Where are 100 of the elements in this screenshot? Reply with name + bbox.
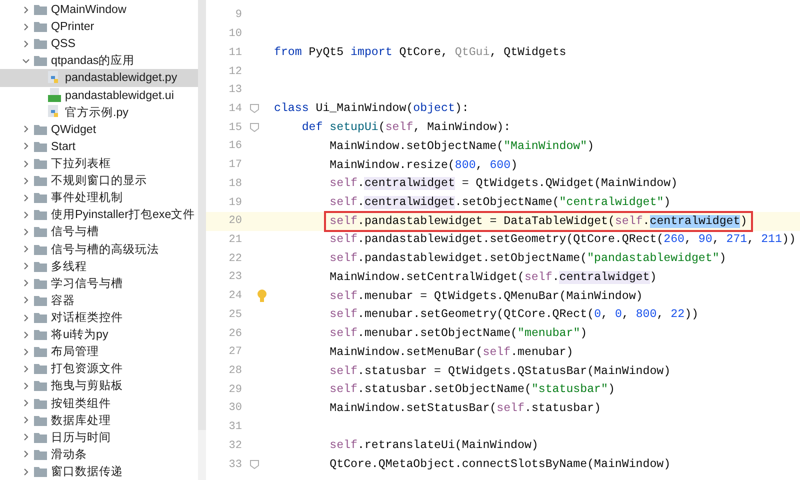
chevron-icon[interactable] bbox=[22, 468, 30, 476]
code-token: .pandastablewidget = DataTableWidget( bbox=[358, 214, 615, 228]
code-token: self bbox=[614, 214, 643, 228]
tree-item[interactable]: 将ui转为py bbox=[0, 326, 198, 344]
line-number: 12 bbox=[228, 66, 243, 78]
code-line: from PyQt5 import QtCore, QtGui, QtWidgets bbox=[273, 46, 566, 60]
folder-icon bbox=[34, 380, 47, 392]
tree-item[interactable]: 信号与槽 bbox=[0, 223, 198, 241]
python-file-icon bbox=[48, 105, 61, 120]
line-number: 9 bbox=[234, 9, 243, 22]
tree-item[interactable]: 滑动条 bbox=[0, 446, 198, 463]
code-token: ) bbox=[740, 214, 748, 228]
code-line: self.statusbar = QtWidgets.QStatusBar(MainWindow) bbox=[328, 364, 671, 378]
tree-item[interactable]: 容器 bbox=[0, 292, 198, 309]
tree-item[interactable]: 对话框类控件 bbox=[0, 308, 198, 326]
line-number: 16 bbox=[228, 140, 243, 152]
tree-item[interactable]: QWidget bbox=[0, 120, 198, 138]
code-line: MainWindow.setStatusBar(self.statusbar) bbox=[328, 402, 602, 415]
folder-icon bbox=[34, 363, 47, 374]
code-line: self.pandastablewidget.setGeometry(QtCore.QRect(260, 90, 271, 211)) bbox=[328, 233, 796, 246]
code-line: MainWindow.setObjectName("MainWindow") bbox=[328, 140, 594, 153]
tree-item[interactable]: Start bbox=[0, 138, 198, 155]
folder-icon bbox=[34, 192, 47, 204]
code-line: self.statusbar.setObjectName("statusbar") bbox=[328, 383, 615, 396]
tree-item[interactable]: 窗口数据传递 bbox=[0, 462, 198, 480]
code-line: self.retranslateUi(MainWindow) bbox=[328, 439, 538, 452]
folder-icon bbox=[34, 398, 47, 409]
folder-icon bbox=[34, 140, 47, 152]
line-number: 15 bbox=[228, 122, 243, 134]
folder-icon bbox=[34, 260, 47, 272]
code-line: self.centralwidget.setObjectName("centralwidget") bbox=[328, 196, 671, 210]
tree-item[interactable]: 日历与时间 bbox=[0, 428, 198, 446]
folder-icon bbox=[34, 414, 47, 426]
tree-item[interactable]: pandastablewidget.ui bbox=[0, 86, 198, 104]
line-number: 20 bbox=[228, 215, 243, 228]
line-number: 27 bbox=[228, 346, 243, 358]
line-number: 29 bbox=[228, 384, 243, 396]
code-line: class Ui_MainWindow(object): bbox=[273, 102, 469, 116]
folder-icon bbox=[34, 448, 47, 460]
folder-icon bbox=[34, 244, 47, 255]
code-line: self.menubar.setGeometry(QtCore.QRect(0, 0, 800, 22)) bbox=[328, 308, 698, 322]
code-line: MainWindow.setCentralWidget(self.centralwidget) bbox=[328, 270, 657, 284]
folder-icon bbox=[34, 4, 47, 16]
tree-item[interactable]: QMainWindow bbox=[0, 1, 198, 18]
code-line: MainWindow.resize(800, 600) bbox=[328, 158, 518, 172]
fold-marker-icon[interactable] bbox=[250, 123, 258, 132]
tree-item[interactable]: 多线程 bbox=[0, 258, 198, 275]
fold-marker-icon[interactable] bbox=[250, 104, 258, 114]
tree-item[interactable]: 数据库处理 bbox=[0, 412, 198, 429]
tree-item[interactable]: qtpandas的应用 bbox=[0, 52, 198, 70]
line-number: 26 bbox=[228, 328, 243, 340]
line-number: 14 bbox=[228, 102, 243, 115]
tree-item[interactable]: 布局管理 bbox=[0, 343, 198, 360]
tree-item[interactable]: 打包资源文件 bbox=[0, 360, 198, 378]
line-number: 17 bbox=[228, 159, 243, 172]
tree-item[interactable]: QPrinter bbox=[0, 18, 198, 36]
tree-item[interactable]: 官方示例.py bbox=[0, 104, 198, 121]
folder-icon bbox=[34, 432, 47, 443]
line-number: 19 bbox=[228, 196, 243, 209]
line-number: 32 bbox=[228, 440, 243, 452]
folder-icon bbox=[34, 158, 47, 170]
tree-item[interactable]: 拖曳与剪贴板 bbox=[0, 377, 198, 395]
tree-item[interactable]: 信号与槽的高级玩法 bbox=[0, 240, 198, 258]
selected-text: centralwidget bbox=[650, 214, 740, 228]
tree-item[interactable]: 下拉列表框 bbox=[0, 154, 198, 172]
code-line: self.menubar = QtWidgets.QMenuBar(MainWindow) bbox=[328, 290, 643, 303]
line-number: 23 bbox=[228, 271, 243, 284]
line-number: 31 bbox=[228, 421, 243, 434]
tree-item[interactable]: 使用Pyinstaller打包exe文件 bbox=[0, 206, 198, 224]
ui-file-icon bbox=[48, 88, 61, 102]
folder-icon bbox=[34, 346, 47, 358]
code-line: QtCore.QMetaObject.connectSlotsByName(MainWindow) bbox=[328, 458, 671, 472]
line-number: 28 bbox=[228, 365, 243, 378]
code-line: MainWindow.setMenuBar(self.menubar) bbox=[328, 346, 574, 359]
folder-icon bbox=[34, 175, 47, 186]
folder-icon bbox=[34, 226, 47, 238]
tree-item[interactable]: QSS bbox=[0, 35, 198, 52]
line-number: 11 bbox=[228, 46, 243, 59]
code-token: . bbox=[642, 214, 650, 228]
line-number: 18 bbox=[228, 178, 243, 190]
line-number: 30 bbox=[228, 402, 243, 414]
folder-icon bbox=[34, 312, 47, 324]
code-line: self.centralwidget = QtWidgets.QWidget(MainWindow) bbox=[328, 177, 678, 190]
tree-item[interactable]: pandastablewidget.py bbox=[0, 69, 198, 87]
folder-icon bbox=[34, 38, 47, 50]
folder-icon bbox=[34, 278, 47, 289]
tree-item[interactable]: 按钮类组件 bbox=[0, 394, 198, 412]
folder-icon bbox=[34, 329, 47, 340]
fold-marker-icon[interactable] bbox=[250, 460, 258, 470]
tree-item[interactable]: 学习信号与槽 bbox=[0, 274, 198, 292]
line-number: 13 bbox=[228, 84, 243, 96]
code-line: def setupUi(self, MainWindow): bbox=[300, 121, 511, 134]
line-number: 25 bbox=[228, 308, 243, 321]
tree-item[interactable]: 事件处理机制 bbox=[0, 189, 198, 206]
code-token: self bbox=[330, 214, 358, 228]
folder-icon bbox=[34, 124, 47, 135]
code-line: self.pandastablewidget.setObjectName("pandastablewidget") bbox=[328, 252, 726, 266]
tree-item[interactable]: 不规则窗口的显示 bbox=[0, 172, 198, 190]
line-number: 33 bbox=[228, 458, 243, 471]
folder-icon bbox=[34, 55, 47, 66]
